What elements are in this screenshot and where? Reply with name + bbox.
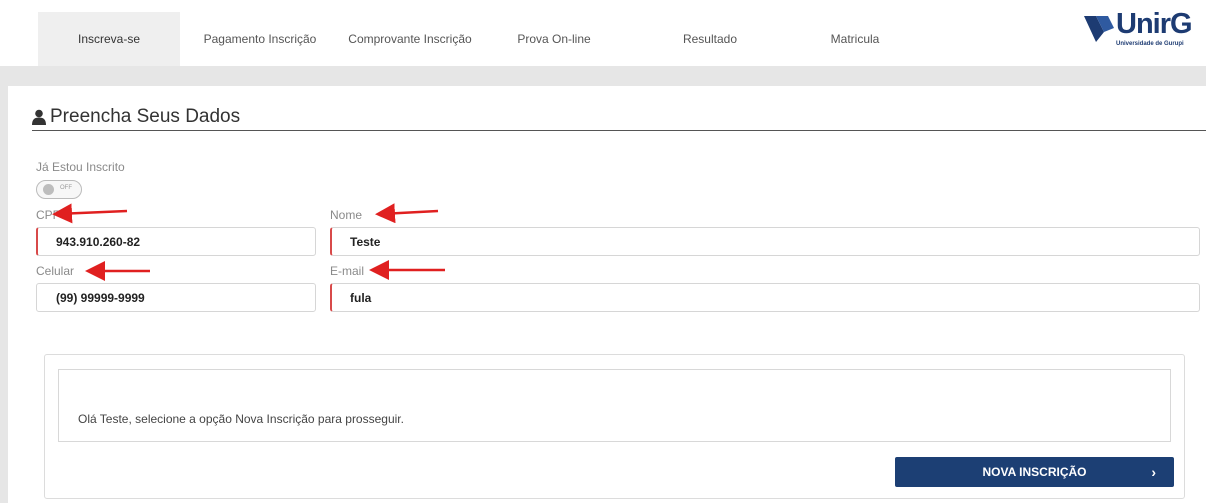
toggle-state-label: OFF (60, 185, 72, 191)
page-title: Preencha Seus Dados (32, 106, 240, 128)
top-nav: Inscreva-se Pagamento Inscrição Comprova… (0, 0, 1206, 66)
email-field[interactable]: fula (330, 283, 1200, 312)
tab-matricula[interactable]: Matricula (805, 12, 905, 66)
page-title-text: Preencha Seus Dados (50, 106, 241, 127)
cpf-label: CPF (36, 208, 60, 222)
chevron-right-icon: › (1151, 464, 1156, 480)
nova-inscricao-button[interactable]: NOVA INSCRIÇÃO › (895, 457, 1174, 487)
tab-resultado[interactable]: Resultado (660, 12, 760, 66)
left-strip (0, 86, 8, 503)
title-divider (32, 130, 1206, 131)
cpf-field[interactable]: 943.910.260-82 (36, 227, 316, 256)
registered-label: Já Estou Inscrito (36, 160, 125, 174)
tab-pagamento-inscricao[interactable]: Pagamento Inscrição (190, 12, 330, 66)
email-label: E-mail (330, 264, 365, 278)
celular-field[interactable]: (99) 99999-9999 (36, 283, 316, 312)
registered-toggle[interactable]: OFF (36, 180, 82, 199)
user-icon (32, 109, 46, 125)
header-band (0, 66, 1206, 86)
tab-prova-online[interactable]: Prova On-line (494, 12, 614, 66)
unirg-logo-mark-icon (1084, 16, 1114, 42)
tab-comprovante-inscricao[interactable]: Comprovante Inscrição (340, 12, 480, 66)
toggle-knob (43, 184, 54, 195)
nome-label: Nome (330, 208, 363, 222)
logo-subtitle: Universidade de Gurupi (1116, 41, 1184, 47)
nome-field[interactable]: Teste (330, 227, 1200, 256)
message-text: Olá Teste, selecione a opção Nova Inscri… (78, 412, 404, 426)
arrow-cpf (52, 203, 128, 224)
arrow-nome (375, 203, 439, 224)
logo-text: UnirG (1116, 8, 1193, 40)
nova-inscricao-label: NOVA INSCRIÇÃO (982, 465, 1087, 479)
tab-inscreva-se[interactable]: Inscreva-se (38, 12, 180, 66)
unirg-logo[interactable]: UnirG Universidade de Gurupi (1082, 8, 1204, 52)
celular-label: Celular (36, 264, 75, 278)
message-box: Olá Teste, selecione a opção Nova Inscri… (58, 369, 1171, 442)
